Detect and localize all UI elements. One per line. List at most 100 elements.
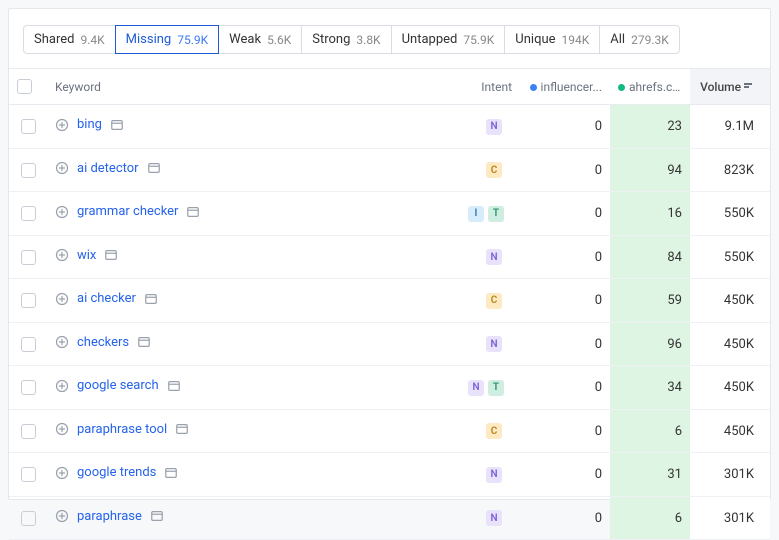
add-icon[interactable]: [55, 248, 69, 262]
ahrefs-value: 34: [610, 366, 690, 410]
add-icon[interactable]: [55, 118, 69, 132]
serp-icon[interactable]: [150, 509, 164, 523]
keyword-cell: bing: [55, 117, 124, 132]
serp-icon[interactable]: [186, 205, 200, 219]
intent-badge-c[interactable]: C: [486, 423, 502, 439]
column-volume[interactable]: Volume: [690, 69, 770, 105]
intent-badge-n[interactable]: N: [486, 510, 502, 526]
serp-icon[interactable]: [110, 118, 124, 132]
row-checkbox[interactable]: [21, 424, 36, 439]
intent-badge-t[interactable]: T: [488, 206, 504, 222]
keyword-link[interactable]: ai detector: [77, 161, 139, 176]
tab-untapped[interactable]: Untapped75.9K: [391, 25, 505, 54]
serp-icon[interactable]: [144, 292, 158, 306]
intent-badge-i[interactable]: I: [468, 206, 484, 222]
keyword-cell: paraphrase: [55, 509, 164, 524]
ahrefs-value: 84: [610, 235, 690, 279]
keyword-link[interactable]: paraphrase: [77, 509, 142, 524]
column-influencer[interactable]: influencer...: [520, 69, 610, 105]
serp-icon[interactable]: [137, 335, 151, 349]
add-icon[interactable]: [55, 161, 69, 175]
tab-unique[interactable]: Unique194K: [504, 25, 599, 54]
tab-weak[interactable]: Weak5.6K: [219, 25, 301, 54]
tab-count: 5.6K: [267, 33, 291, 47]
volume-value: 450K: [690, 322, 770, 366]
tab-count: 9.4K: [80, 33, 104, 47]
intent-badges: C: [486, 293, 502, 309]
keyword-link[interactable]: bing: [77, 117, 102, 132]
ahrefs-value: 16: [610, 192, 690, 236]
row-checkbox[interactable]: [21, 293, 36, 308]
ahrefs-value: 23: [610, 105, 690, 149]
keyword-cell: checkers: [55, 335, 151, 350]
add-icon[interactable]: [55, 509, 69, 523]
intent-badges: IT: [468, 206, 504, 222]
column-keyword[interactable]: Keyword: [47, 69, 460, 105]
keyword-link[interactable]: checkers: [77, 335, 129, 350]
row-checkbox[interactable]: [21, 467, 36, 482]
keyword-link[interactable]: google trends: [77, 465, 156, 480]
intent-badges: N: [486, 336, 502, 352]
add-icon[interactable]: [55, 422, 69, 436]
keyword-link[interactable]: wix: [77, 248, 96, 263]
intent-badges: N: [486, 249, 502, 265]
tab-missing[interactable]: Missing75.9K: [115, 25, 220, 54]
add-icon[interactable]: [55, 205, 69, 219]
tab-strong[interactable]: Strong3.8K: [301, 25, 390, 54]
intent-badge-n[interactable]: N: [486, 336, 502, 352]
intent-badge-c[interactable]: C: [486, 162, 502, 178]
volume-value: 550K: [690, 235, 770, 279]
serp-icon[interactable]: [164, 466, 178, 480]
column-intent[interactable]: Intent: [460, 69, 520, 105]
dot-icon: [618, 84, 625, 91]
intent-badge-n[interactable]: N: [486, 467, 502, 483]
intent-badges: C: [486, 162, 502, 178]
tab-all[interactable]: All279.3K: [599, 25, 679, 54]
row-checkbox[interactable]: [21, 119, 36, 134]
select-all-checkbox[interactable]: [17, 79, 32, 94]
influencer-value: 0: [520, 496, 610, 540]
serp-icon[interactable]: [147, 161, 161, 175]
add-icon[interactable]: [55, 466, 69, 480]
tab-label: Strong: [312, 32, 350, 47]
intent-badge-t[interactable]: T: [488, 380, 504, 396]
add-icon[interactable]: [55, 292, 69, 306]
row-checkbox[interactable]: [21, 250, 36, 265]
row-checkbox[interactable]: [21, 511, 36, 526]
dot-icon: [530, 84, 537, 91]
row-checkbox[interactable]: [21, 337, 36, 352]
ahrefs-value: 6: [610, 409, 690, 453]
serp-icon[interactable]: [167, 379, 181, 393]
row-checkbox[interactable]: [21, 206, 36, 221]
keyword-link[interactable]: google search: [77, 378, 159, 393]
intent-badges: N: [486, 510, 502, 526]
keyword-cell: wix: [55, 248, 118, 263]
influencer-value: 0: [520, 235, 610, 279]
influencer-value: 0: [520, 192, 610, 236]
intent-badge-n[interactable]: N: [468, 380, 484, 396]
serp-icon[interactable]: [104, 248, 118, 262]
volume-value: 301K: [690, 496, 770, 540]
keyword-link[interactable]: grammar checker: [77, 204, 178, 219]
row-checkbox[interactable]: [21, 380, 36, 395]
tab-count: 75.9K: [463, 33, 494, 47]
intent-badges: C: [486, 423, 502, 439]
table-row: grammar checkerIT016550K: [9, 192, 770, 236]
table-row: paraphraseN06301K: [9, 496, 770, 540]
intent-badge-n[interactable]: N: [486, 119, 502, 135]
keyword-link[interactable]: paraphrase tool: [77, 422, 167, 437]
intent-badge-c[interactable]: C: [486, 293, 502, 309]
tab-label: Unique: [515, 32, 555, 47]
keyword-cell: google trends: [55, 465, 178, 480]
add-icon[interactable]: [55, 379, 69, 393]
influencer-value: 0: [520, 148, 610, 192]
tab-shared[interactable]: Shared9.4K: [23, 25, 115, 54]
intent-badge-n[interactable]: N: [486, 249, 502, 265]
add-icon[interactable]: [55, 335, 69, 349]
table-row: bingN0239.1M: [9, 105, 770, 149]
keyword-link[interactable]: ai checker: [77, 291, 136, 306]
row-checkbox[interactable]: [21, 163, 36, 178]
serp-icon[interactable]: [175, 422, 189, 436]
keyword-cell: google search: [55, 378, 181, 393]
column-ahrefs[interactable]: ahrefs.com: [610, 69, 690, 105]
